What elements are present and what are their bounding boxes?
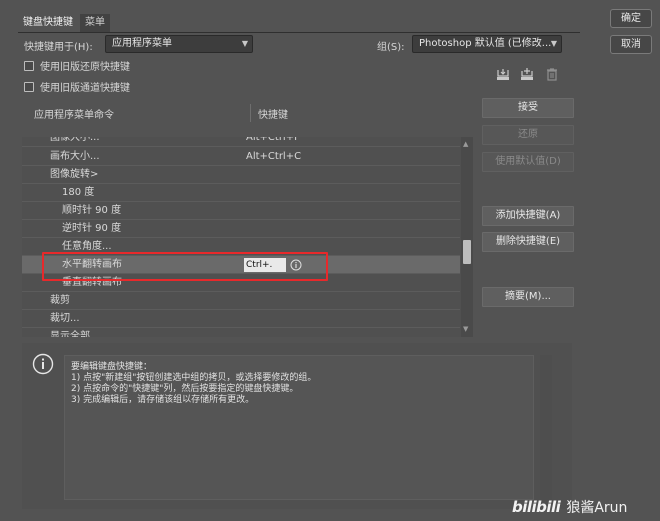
legacy-undo-checkbox[interactable]	[24, 60, 34, 71]
legacy-undo-label: 使用旧版还原快捷键	[40, 62, 130, 73]
table-row[interactable]: 图像旋转>	[22, 166, 460, 184]
accept-button[interactable]: 接受	[482, 98, 574, 118]
legacy-channel-checkbox-row[interactable]: 使用旧版通道快捷键	[24, 79, 130, 94]
instruction-line: 要编辑键盘快捷键：	[71, 362, 153, 372]
instruction-line: 1) 点按"新建组"按钮创建选中组的拷贝，或选择要修改的组。	[71, 373, 317, 383]
shortcuts-for-value: 应用程序菜单	[112, 38, 172, 49]
tab-divider	[18, 32, 580, 33]
row-command: 裁切...	[50, 313, 80, 324]
set-label: 组(S):	[377, 42, 405, 53]
chevron-down-icon: ▼	[550, 39, 557, 48]
row-command: 裁剪	[50, 295, 70, 306]
table-row[interactable]: 画布大小... Alt+Ctrl+C	[22, 148, 460, 166]
row-command: 图像大小...	[50, 137, 100, 143]
set-dropdown[interactable]: Photoshop 默认值 (已修改... ▼	[412, 35, 562, 53]
table-scrollbar[interactable]: ▲ ▼	[461, 137, 473, 337]
tab-keyboard-shortcuts[interactable]: 键盘快捷键	[18, 14, 78, 33]
cancel-button[interactable]: 取消	[610, 35, 652, 54]
use-default-button[interactable]: 使用默认值(D)	[482, 152, 574, 172]
row-command: 180 度	[62, 187, 95, 198]
table-row[interactable]: 裁切...	[22, 310, 460, 328]
shortcut-column-header[interactable]: 快捷键	[258, 106, 288, 121]
legacy-channel-label: 使用旧版通道快捷键	[40, 83, 130, 94]
add-shortcut-button[interactable]: 添加快捷键(A)	[482, 206, 574, 226]
undo-button[interactable]: 还原	[482, 125, 574, 145]
scroll-down-icon[interactable]: ▼	[463, 325, 468, 333]
info-panel: 要编辑键盘快捷键： 1) 点按"新建组"按钮创建选中组的拷贝，或选择要修改的组。…	[22, 343, 572, 509]
ok-button[interactable]: 确定	[610, 9, 652, 28]
row-shortcut[interactable]: Alt+Ctrl+I	[246, 137, 297, 147]
tab-menus[interactable]: 菜单	[80, 14, 110, 32]
info-scrollbar[interactable]	[540, 355, 552, 500]
new-set-icon[interactable]	[518, 67, 536, 83]
command-column-header[interactable]: 应用程序菜单命令	[34, 106, 114, 121]
set-value: Photoshop 默认值 (已修改...	[419, 38, 552, 49]
instruction-line: 3) 完成编辑后，请存储该组以存储所有更改。	[71, 395, 255, 405]
chevron-down-icon: ▼	[241, 39, 248, 48]
legacy-undo-checkbox-row[interactable]: 使用旧版还原快捷键	[24, 58, 130, 73]
row-command: 画布大小...	[50, 151, 100, 162]
scrollbar-thumb[interactable]	[463, 240, 471, 264]
delete-set-icon[interactable]	[543, 67, 561, 83]
watermark: bilibili 狼酱Arun	[512, 496, 627, 518]
row-command: 顺时针 90 度	[62, 205, 122, 216]
table-row[interactable]: 图像大小... Alt+Ctrl+I	[22, 137, 460, 147]
shortcuts-for-label: 快捷键用于(H):	[24, 42, 93, 53]
table-row[interactable]: 180 度	[22, 184, 460, 202]
row-command: 逆时针 90 度	[62, 223, 122, 234]
table-row[interactable]: 逆时针 90 度	[22, 220, 460, 238]
info-icon	[32, 353, 54, 375]
summarize-button[interactable]: 摘要(M)...	[482, 287, 574, 307]
instruction-line: 2) 点按命令的"快捷键"列，然后按要指定的键盘快捷键。	[71, 384, 299, 394]
row-command: 图像旋转>	[50, 169, 99, 180]
highlight-box	[42, 252, 328, 281]
save-set-icon[interactable]	[494, 67, 512, 83]
bilibili-logo: bilibili	[512, 498, 561, 516]
row-command: 显示全部	[50, 331, 90, 337]
instructions-text: 要编辑键盘快捷键： 1) 点按"新建组"按钮创建选中组的拷贝，或选择要修改的组。…	[64, 355, 534, 500]
legacy-channel-checkbox[interactable]	[24, 81, 34, 92]
table-row[interactable]: 显示全部	[22, 328, 460, 337]
column-divider	[250, 104, 251, 122]
row-shortcut[interactable]: Alt+Ctrl+C	[246, 148, 301, 166]
delete-shortcut-button[interactable]: 删除快捷键(E)	[482, 232, 574, 252]
shortcuts-for-dropdown[interactable]: 应用程序菜单 ▼	[105, 35, 253, 53]
table-row[interactable]: 顺时针 90 度	[22, 202, 460, 220]
table-row[interactable]: 裁剪	[22, 292, 460, 310]
watermark-user: 狼酱Arun	[566, 500, 628, 516]
scroll-up-icon[interactable]: ▲	[463, 140, 468, 148]
shortcut-table-header: 应用程序菜单命令 快捷键	[22, 98, 473, 128]
shortcut-table: 图像大小... Alt+Ctrl+I 画布大小... Alt+Ctrl+C 图像…	[22, 137, 473, 337]
